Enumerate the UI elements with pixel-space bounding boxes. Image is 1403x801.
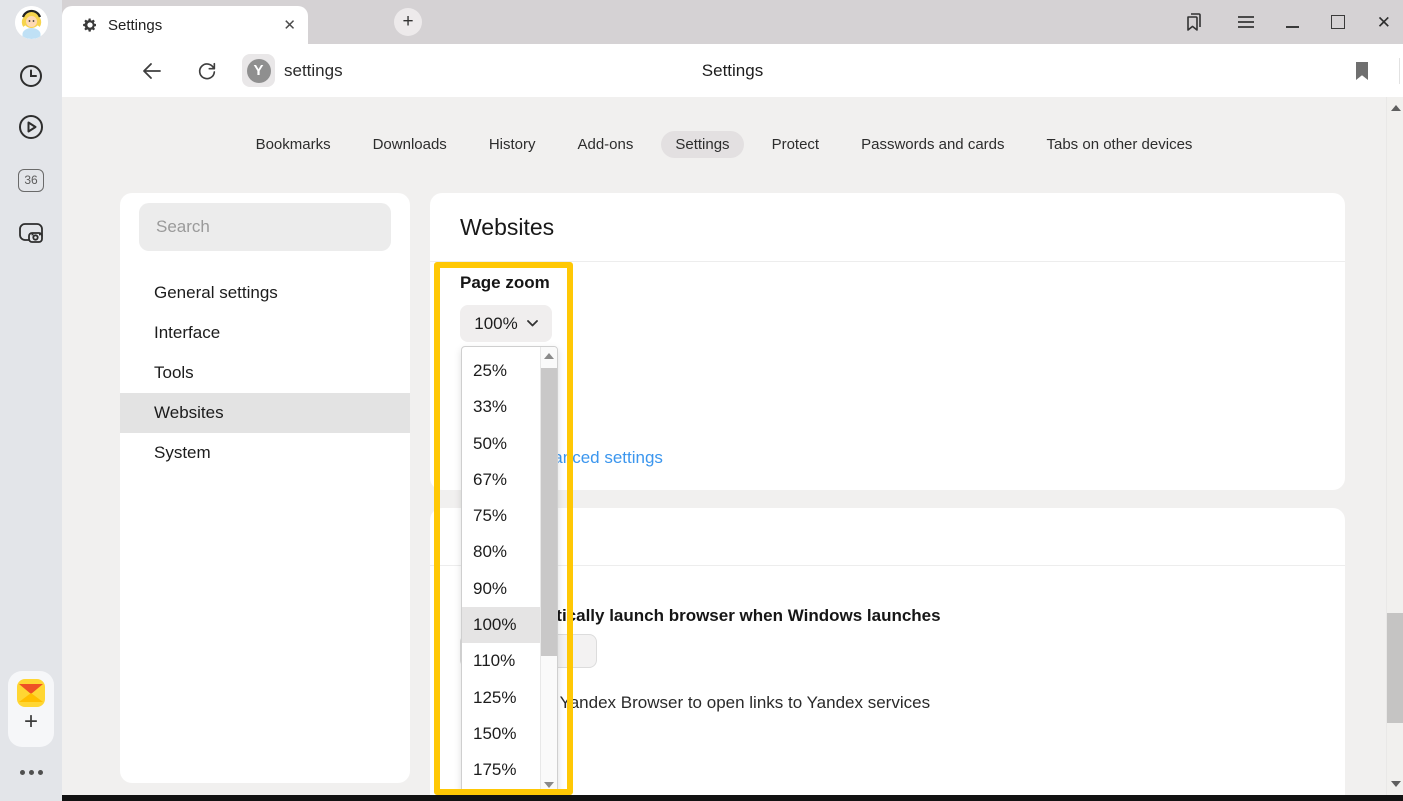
sidebar-item-general-settings[interactable]: General settings	[120, 273, 410, 313]
sidebar-item-tools[interactable]: Tools	[120, 353, 410, 393]
settings-page: Bookmarks Downloads History Add-ons Sett…	[62, 97, 1403, 795]
websites-card: Websites Advanced settings Website setti…	[430, 193, 1345, 490]
zoom-option-150[interactable]: 150%	[462, 716, 541, 752]
tab-bar: Settings ✕ + ✕	[62, 0, 1403, 44]
browser-side-rail: 36 +	[0, 0, 62, 801]
rail-more-icon[interactable]	[0, 770, 62, 775]
tab-count: 36	[18, 169, 44, 192]
taskbar-edge	[62, 795, 1403, 801]
page-scrollbar-thumb[interactable]	[1387, 613, 1403, 723]
bookmarks-panel-icon[interactable]	[1182, 10, 1206, 34]
nav-tab-bookmarks[interactable]: Bookmarks	[242, 131, 345, 158]
settings-search[interactable]	[139, 203, 391, 251]
tab-counter-badge[interactable]: 36	[0, 168, 62, 192]
site-icon[interactable]: Y	[242, 54, 275, 87]
tab-settings[interactable]: Settings ✕	[62, 6, 308, 44]
scroll-up-icon[interactable]	[544, 353, 554, 359]
zoom-option-110[interactable]: 110%	[462, 643, 541, 679]
search-input[interactable]	[139, 203, 391, 251]
profile-avatar[interactable]	[0, 6, 62, 39]
zoom-option-67[interactable]: 67%	[462, 462, 541, 498]
play-media-icon[interactable]	[0, 113, 62, 141]
zoom-option-25[interactable]: 25%	[462, 353, 541, 389]
dropdown-scrollbar-thumb[interactable]	[541, 368, 557, 656]
page-zoom-select[interactable]: 100%	[460, 305, 552, 342]
yandex-logo-icon: Y	[247, 59, 271, 83]
zoom-option-80[interactable]: 80%	[462, 534, 541, 570]
nav-tab-downloads[interactable]: Downloads	[359, 131, 461, 158]
settings-section-list: General settings Interface Tools Website…	[120, 273, 410, 473]
scroll-down-icon[interactable]	[544, 782, 554, 788]
zoom-option-50[interactable]: 50%	[462, 426, 541, 462]
history-icon[interactable]	[0, 62, 62, 90]
new-tab-button[interactable]: +	[394, 8, 422, 36]
page-zoom-label: Page zoom	[460, 273, 550, 293]
bookmark-icon[interactable]	[1346, 44, 1378, 97]
gear-icon	[82, 17, 98, 33]
websites-card-title: Websites	[460, 214, 554, 241]
zoom-option-175[interactable]: 175%	[462, 752, 541, 788]
scroll-up-icon[interactable]	[1391, 105, 1401, 111]
address-bar-text[interactable]: settings	[284, 44, 343, 97]
reload-button[interactable]	[192, 44, 222, 97]
page-scrollbar[interactable]	[1386, 97, 1403, 795]
screenshot-icon[interactable]	[0, 218, 62, 248]
nav-tab-history[interactable]: History	[475, 131, 550, 158]
window-close-icon[interactable]: ✕	[1377, 14, 1391, 31]
settings-nav-tabs: Bookmarks Downloads History Add-ons Sett…	[62, 131, 1386, 158]
card-divider	[430, 261, 1345, 262]
maximize-icon[interactable]	[1331, 15, 1345, 29]
yandex-mail-icon[interactable]	[0, 678, 62, 708]
plus-icon: +	[24, 708, 38, 736]
scroll-down-icon[interactable]	[1391, 781, 1401, 787]
minimize-icon[interactable]	[1286, 26, 1299, 28]
dropdown-scrollbar[interactable]	[540, 347, 557, 794]
nav-tab-addons[interactable]: Add-ons	[563, 131, 647, 158]
toolbar-divider	[1399, 58, 1400, 84]
page-zoom-selected-value: 100%	[474, 314, 517, 334]
sidebar-item-websites[interactable]: Websites	[120, 393, 410, 433]
chevron-down-icon	[527, 320, 538, 327]
zoom-option-75[interactable]: 75%	[462, 498, 541, 534]
nav-tab-other-devices[interactable]: Tabs on other devices	[1033, 131, 1207, 158]
sidebar-item-interface[interactable]: Interface	[120, 313, 410, 353]
card-divider	[430, 565, 1345, 566]
zoom-option-125[interactable]: 125%	[462, 680, 541, 716]
nav-tab-protect[interactable]: Protect	[758, 131, 834, 158]
zoom-option-100[interactable]: 100%	[462, 607, 541, 643]
nav-tab-passwords[interactable]: Passwords and cards	[847, 131, 1018, 158]
nav-tab-settings[interactable]: Settings	[661, 131, 743, 158]
rail-add-icon[interactable]: +	[0, 708, 62, 736]
tab-close-icon[interactable]: ✕	[283, 16, 296, 34]
system-card: Automatically launch browser when Window…	[430, 508, 1345, 795]
browser-window: 36 +	[0, 0, 1403, 801]
page-zoom-options: 25% 33% 50% 67% 75% 80% 90% 100% 110% 12…	[462, 353, 541, 789]
sidebar-item-system[interactable]: System	[120, 433, 410, 473]
back-button[interactable]	[137, 44, 167, 97]
avatar-image	[15, 6, 48, 39]
zoom-option-33[interactable]: 33%	[462, 389, 541, 425]
zoom-option-90[interactable]: 90%	[462, 571, 541, 607]
yandex-links-setting-label: Use Yandex Browser to open links to Yand…	[525, 693, 930, 713]
autolaunch-setting-label: Automatically launch browser when Window…	[493, 606, 941, 626]
page-zoom-dropdown: 25% 33% 50% 67% 75% 80% 90% 100% 110% 12…	[461, 346, 558, 795]
menu-icon[interactable]	[1238, 16, 1254, 28]
browser-toolbar: Y settings Settings	[62, 44, 1403, 97]
tab-title: Settings	[108, 17, 283, 34]
settings-sidebar-card: General settings Interface Tools Website…	[120, 193, 410, 783]
